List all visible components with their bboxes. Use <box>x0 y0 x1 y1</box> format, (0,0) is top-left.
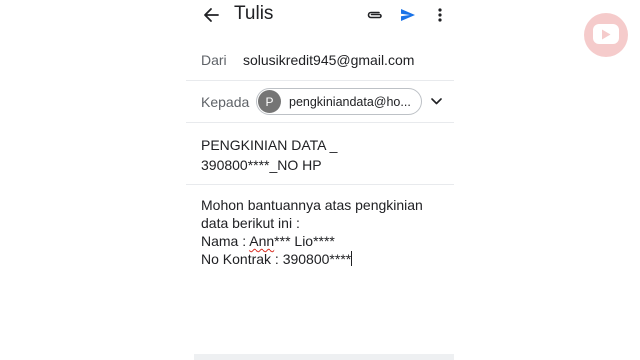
from-label: Dari <box>201 52 227 68</box>
subject-text: PENGKINIAN DATA _ 390800****_NO HP <box>201 135 441 175</box>
youtube-play-icon <box>593 24 619 44</box>
recipient-avatar: P <box>258 90 281 113</box>
body-line-4: No Kontrak : 390800**** <box>201 250 451 268</box>
name-value: *** Lio**** <box>274 233 335 249</box>
body-line-2: data berikut ini : <box>201 215 300 231</box>
arrow-back-icon <box>204 8 219 22</box>
expand-recipients-button[interactable] <box>428 93 444 109</box>
back-button[interactable] <box>200 4 222 26</box>
text-cursor <box>351 251 353 266</box>
to-row: Kepada P pengkiniandata@ho... <box>186 81 454 123</box>
channel-watermark <box>584 13 628 57</box>
from-address[interactable]: solusikredit945@gmail.com <box>243 52 414 68</box>
spellcheck-flagged-word[interactable]: Ann <box>249 233 274 249</box>
page-title: Tulis <box>234 3 274 24</box>
send-button[interactable] <box>397 4 419 26</box>
contract-text: No Kontrak : 390800**** <box>201 251 352 267</box>
recipient-chip[interactable]: P pengkiniandata@ho... <box>256 88 422 115</box>
message-body[interactable]: Mohon bantuannya atas pengkinian data be… <box>201 196 451 268</box>
body-line-3: Nama : Ann*** Lio**** <box>201 232 451 250</box>
chevron-down-icon <box>430 97 442 104</box>
recipient-address: pengkiniandata@ho... <box>289 94 411 109</box>
body-line-1: Mohon bantuannya atas pengkinian <box>201 197 423 213</box>
send-icon <box>401 9 415 21</box>
compose-screen: Tulis Dari solusikredit945@gmail.com Kep… <box>186 0 454 360</box>
from-row: Dari solusikredit945@gmail.com <box>186 40 454 81</box>
subject-line-1: PENGKINIAN DATA _ <box>201 137 338 153</box>
subject-line-2: 390800****_NO HP <box>201 157 322 173</box>
to-label: Kepada <box>201 94 250 110</box>
more-options-button[interactable] <box>430 4 450 26</box>
compose-toolbar: Tulis <box>186 0 454 30</box>
bottom-edge <box>194 354 454 360</box>
attach-button[interactable] <box>364 4 386 26</box>
subject-field[interactable]: PENGKINIAN DATA _ 390800****_NO HP <box>186 123 454 185</box>
name-label: Nama : <box>201 233 250 249</box>
paperclip-icon <box>367 11 382 19</box>
more-vertical-icon <box>438 8 442 22</box>
